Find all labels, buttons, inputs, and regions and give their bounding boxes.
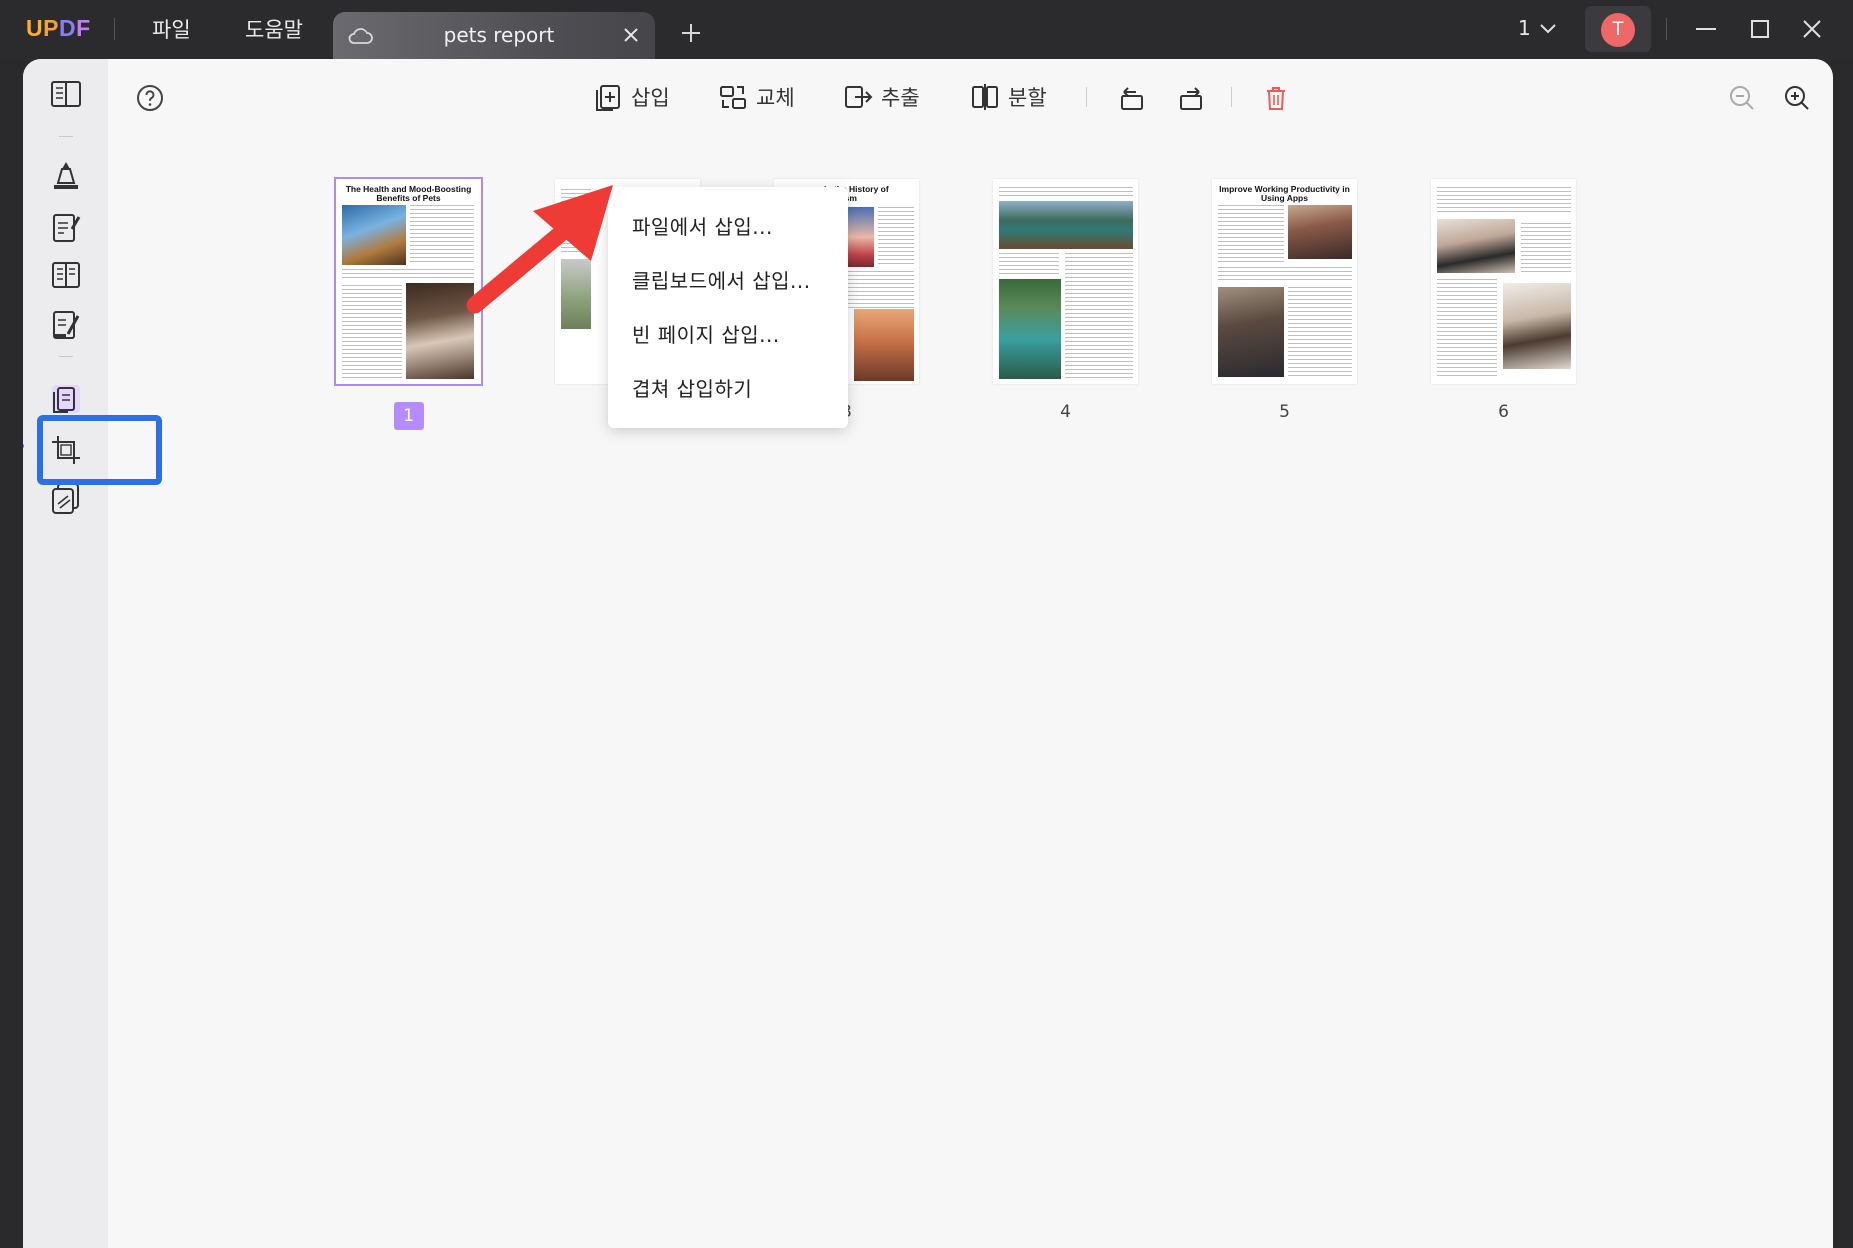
toolbar-divider bbox=[1231, 87, 1232, 107]
text-block bbox=[1288, 287, 1352, 377]
page-thumbnail-6[interactable] bbox=[1431, 179, 1576, 384]
extract-label: 추출 bbox=[881, 86, 920, 110]
minimize-icon[interactable] bbox=[1693, 16, 1719, 42]
user-menu[interactable]: T bbox=[1585, 6, 1651, 52]
text-block bbox=[1218, 267, 1352, 281]
text-block bbox=[878, 207, 914, 267]
split-icon bbox=[972, 84, 998, 110]
question-circle-icon[interactable] bbox=[136, 84, 164, 112]
extract-icon bbox=[845, 86, 873, 108]
cloud-icon bbox=[348, 28, 373, 44]
plus-icon[interactable] bbox=[680, 22, 702, 44]
text-block bbox=[999, 187, 1133, 199]
toolbar-divider bbox=[59, 356, 73, 357]
highlight-annotation-box bbox=[37, 415, 162, 485]
office-photo bbox=[1288, 205, 1352, 259]
workspace-photo bbox=[1218, 287, 1284, 377]
trash-icon[interactable] bbox=[1261, 83, 1291, 113]
page-thumbnail-4[interactable] bbox=[993, 179, 1138, 384]
text-block bbox=[1065, 253, 1133, 379]
insert-page-icon bbox=[596, 85, 620, 111]
overlay-insert-item[interactable]: 겹쳐 삽입하기 bbox=[632, 373, 752, 402]
text-block bbox=[1218, 205, 1284, 263]
menu-file[interactable]: 파일 bbox=[152, 14, 191, 44]
form-icon[interactable] bbox=[48, 257, 84, 293]
tab-title: pets report bbox=[443, 23, 555, 47]
avatar: T bbox=[1601, 13, 1635, 47]
text-block bbox=[342, 285, 402, 380]
zoom-out-icon[interactable] bbox=[1727, 83, 1757, 113]
page-number-5[interactable]: 5 bbox=[1212, 402, 1357, 422]
annotation-arrow bbox=[466, 185, 613, 314]
page-number-1[interactable]: 1 bbox=[336, 402, 481, 430]
insert-blank-page-item[interactable]: 빈 페이지 삽입... bbox=[632, 319, 780, 348]
page-title: Improve Working Productivity in Using Ap… bbox=[1219, 184, 1350, 203]
title-divider bbox=[114, 18, 115, 40]
replace-button[interactable]: 교체 bbox=[718, 81, 795, 113]
zoom-in-icon[interactable] bbox=[1782, 83, 1812, 113]
app-logo: UPDF bbox=[26, 15, 91, 41]
page-title: The Health and Mood-Boosting Benefits of… bbox=[345, 184, 472, 203]
extract-button[interactable]: 추출 bbox=[843, 81, 920, 113]
comment-icon[interactable] bbox=[48, 157, 84, 193]
menu-help[interactable]: 도움말 bbox=[245, 14, 303, 44]
toolbar-divider bbox=[1086, 87, 1087, 107]
left-toolbar bbox=[23, 59, 108, 1248]
toolbar-divider bbox=[59, 136, 73, 137]
rotate-left-icon[interactable] bbox=[1116, 83, 1146, 113]
active-indicator bbox=[23, 443, 24, 449]
eiffel-tower-photo bbox=[854, 309, 914, 381]
organize-pages-icon[interactable] bbox=[48, 381, 84, 417]
chevron-down-icon[interactable] bbox=[1538, 20, 1558, 36]
main-window: 삽입 교체 추출 분할 The Health and Mood-Boosting… bbox=[23, 59, 1833, 1248]
insert-label: 삽입 bbox=[631, 86, 670, 110]
laptop-photo bbox=[1437, 219, 1515, 273]
page-thumbnail-5[interactable]: Improve Working Productivity in Using Ap… bbox=[1212, 179, 1357, 384]
lake-photo bbox=[999, 201, 1133, 249]
close-icon[interactable] bbox=[619, 23, 643, 47]
text-block bbox=[1437, 187, 1571, 215]
text-block bbox=[1521, 223, 1571, 273]
replace-icon bbox=[720, 86, 746, 109]
page-count[interactable]: 1 bbox=[1518, 16, 1531, 40]
title-divider bbox=[1666, 18, 1667, 40]
woman-photo bbox=[1503, 283, 1571, 369]
page-number-6[interactable]: 6 bbox=[1431, 402, 1576, 422]
document-tab[interactable]: pets report bbox=[333, 12, 655, 60]
replace-label: 교체 bbox=[756, 86, 795, 110]
close-window-icon[interactable] bbox=[1799, 16, 1825, 42]
text-block bbox=[999, 253, 1059, 277]
split-label: 분할 bbox=[1008, 86, 1047, 110]
text-block bbox=[342, 269, 474, 279]
tools-icon[interactable] bbox=[48, 480, 84, 516]
page-thumbnail-1[interactable]: The Health and Mood-Boosting Benefits of… bbox=[334, 177, 483, 386]
split-button[interactable]: 분할 bbox=[970, 81, 1047, 113]
maximize-icon[interactable] bbox=[1747, 16, 1773, 42]
cat-photo bbox=[342, 205, 406, 265]
sign-icon[interactable] bbox=[48, 306, 84, 342]
title-bar: UPDF 파일 도움말 pets report 1 T bbox=[0, 0, 1853, 60]
reader-icon[interactable] bbox=[48, 77, 84, 113]
text-block bbox=[1437, 279, 1497, 379]
river-photo bbox=[999, 279, 1061, 379]
edit-pdf-icon[interactable] bbox=[48, 209, 84, 245]
rotate-right-icon[interactable] bbox=[1177, 83, 1207, 113]
page-number-4[interactable]: 4 bbox=[993, 402, 1138, 422]
insert-button[interactable]: 삽입 bbox=[593, 81, 670, 113]
